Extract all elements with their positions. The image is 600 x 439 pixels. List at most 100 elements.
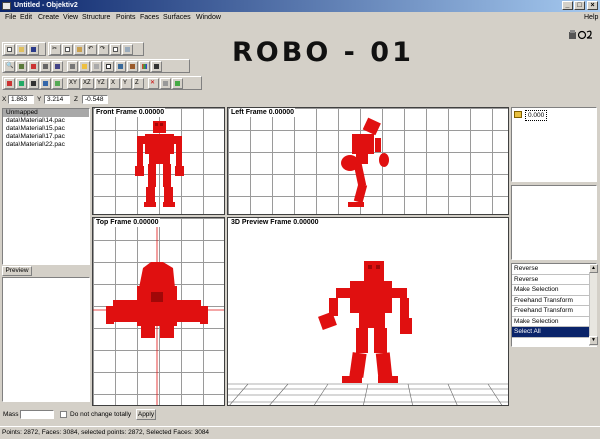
banner-text: ROBO - 01 <box>232 37 414 66</box>
z-coord-field[interactable]: -0.548 <box>82 95 108 104</box>
menu-points[interactable]: Points <box>116 12 135 23</box>
project-logo-icon <box>569 30 592 40</box>
zoom-tool-button[interactable]: 🔍 <box>4 60 15 72</box>
mass-label: Mass <box>3 411 19 418</box>
axis-z-button[interactable]: Z <box>133 77 144 89</box>
material-item[interactable]: data\Material\14.pac <box>3 117 89 125</box>
y-coord-field[interactable]: 3.214 <box>44 95 70 104</box>
history-item[interactable]: Make Selection <box>512 317 596 327</box>
status-bar: Points: 2872, Faces: 3084, selected poin… <box>0 426 600 439</box>
save-file-button[interactable] <box>28 43 39 55</box>
material-header[interactable]: Unmapped <box>3 109 89 117</box>
top-viewport[interactable]: Top Frame 0.00000 <box>92 217 225 406</box>
scale-tool-button[interactable] <box>52 60 63 72</box>
grid-snap-button[interactable] <box>160 77 171 89</box>
preview-3d-viewport[interactable]: 3D Preview Frame 0.00000 <box>227 217 509 406</box>
history-scrollbar[interactable]: ▲ ▼ <box>589 264 598 346</box>
menu-surfaces[interactable]: Surfaces <box>163 12 191 23</box>
solid-button[interactable] <box>115 60 126 72</box>
properties-panel <box>511 185 597 260</box>
edge-mode-button[interactable] <box>28 77 39 89</box>
selection-mode-button[interactable] <box>52 77 63 89</box>
scroll-up-icon[interactable]: ▲ <box>589 264 598 273</box>
select-tool-button[interactable] <box>16 60 27 72</box>
menu-file[interactable]: File <box>5 12 16 23</box>
no-change-label: Do not change totally <box>70 411 132 418</box>
lod-icon <box>514 111 522 118</box>
menu-help[interactable]: Help <box>584 12 598 23</box>
close-button[interactable]: × <box>587 1 598 10</box>
move-tool-button[interactable] <box>28 60 39 72</box>
left-viewport[interactable]: Left Frame 0.00000 <box>227 107 509 215</box>
point-mode-button[interactable] <box>4 77 15 89</box>
grid-button[interactable] <box>91 60 102 72</box>
undo-button[interactable]: ↶ <box>86 43 97 55</box>
top-robot-model <box>93 218 224 405</box>
menu-window[interactable]: Window <box>196 12 221 23</box>
material-item[interactable]: data\Material\17.pac <box>3 133 89 141</box>
preview-button[interactable]: Preview <box>2 266 32 276</box>
left-robot-model <box>341 117 389 207</box>
banner-title: ROBO - 01 <box>228 36 428 68</box>
face-mode-button[interactable] <box>16 77 27 89</box>
x-coord-field[interactable]: 1.863 <box>8 95 34 104</box>
copy-button[interactable] <box>62 43 73 55</box>
cut-button[interactable]: ✂ <box>50 43 61 55</box>
menu-edit[interactable]: Edit <box>20 12 32 23</box>
history-item[interactable]: Freehand Transform <box>512 306 596 317</box>
light-button[interactable] <box>79 60 90 72</box>
export-button[interactable] <box>122 43 133 55</box>
material-item[interactable]: data\Material\15.pac <box>3 125 89 133</box>
paste-button[interactable] <box>74 43 85 55</box>
history-item[interactable]: Reverse <box>512 275 596 285</box>
history-item[interactable]: Freehand Transform <box>512 296 596 306</box>
window-title: Untitled - Objektiv2 <box>14 2 78 9</box>
apply-button[interactable]: Apply <box>136 409 156 420</box>
lod-value[interactable]: 0.000 <box>525 110 548 121</box>
history-list[interactable]: Reverse Reverse Make Selection Freehand … <box>511 263 597 347</box>
preview-3d-viewport-label: 3D Preview Frame 0.00000 <box>230 218 320 227</box>
x-coord-label: X <box>2 96 7 103</box>
mirror-yz-button[interactable]: YZ <box>95 77 108 89</box>
axis-x-button[interactable]: X <box>109 77 120 89</box>
import-button[interactable] <box>110 43 121 55</box>
lod-panel[interactable]: 0.000 <box>511 107 597 182</box>
mirror-xy-button[interactable]: XY <box>67 77 80 89</box>
texture-button[interactable] <box>127 60 138 72</box>
camera-button[interactable] <box>67 60 78 72</box>
front-viewport[interactable]: Front Frame 0.00000 <box>92 107 225 215</box>
wireframe-button[interactable] <box>103 60 114 72</box>
rotate-tool-button[interactable] <box>40 60 51 72</box>
y-coord-label: Y <box>37 96 42 103</box>
project-icon[interactable] <box>568 28 594 40</box>
scroll-down-icon[interactable]: ▼ <box>589 336 598 345</box>
normals-button[interactable] <box>172 77 183 89</box>
menu-bar: File Edit Create View Structure Points F… <box>0 12 600 23</box>
object-mode-button[interactable] <box>40 77 51 89</box>
history-item-selected[interactable]: Select All <box>512 327 596 338</box>
history-item[interactable]: Reverse <box>512 264 596 275</box>
menu-view[interactable]: View <box>63 12 78 23</box>
top-viewport-label: Top Frame 0.00000 <box>95 218 160 227</box>
mirror-xz-button[interactable]: XZ <box>81 77 94 89</box>
material-item[interactable]: data\Material\22.pac <box>3 141 89 149</box>
lock-button[interactable] <box>151 60 162 72</box>
maximize-button[interactable]: □ <box>574 1 585 10</box>
new-file-button[interactable] <box>4 43 15 55</box>
no-change-checkbox[interactable] <box>60 411 67 418</box>
minimize-button[interactable]: _ <box>562 1 573 10</box>
mass-field[interactable] <box>20 410 54 419</box>
color-button[interactable] <box>139 60 150 72</box>
menu-create[interactable]: Create <box>38 12 59 23</box>
left-viewport-label: Left Frame 0.00000 <box>230 108 296 117</box>
menu-faces[interactable]: Faces <box>140 12 159 23</box>
axis-y-button[interactable]: Y <box>121 77 132 89</box>
redo-button[interactable]: ↷ <box>98 43 109 55</box>
material-preview-pane <box>2 277 90 402</box>
menu-structure[interactable]: Structure <box>82 12 110 23</box>
delete-button[interactable]: ✕ <box>148 77 159 89</box>
z-coord-label: Z <box>74 96 78 103</box>
open-file-button[interactable] <box>16 43 27 55</box>
history-item[interactable]: Make Selection <box>512 285 596 296</box>
materials-list[interactable]: Unmapped data\Material\14.pac data\Mater… <box>2 108 90 265</box>
